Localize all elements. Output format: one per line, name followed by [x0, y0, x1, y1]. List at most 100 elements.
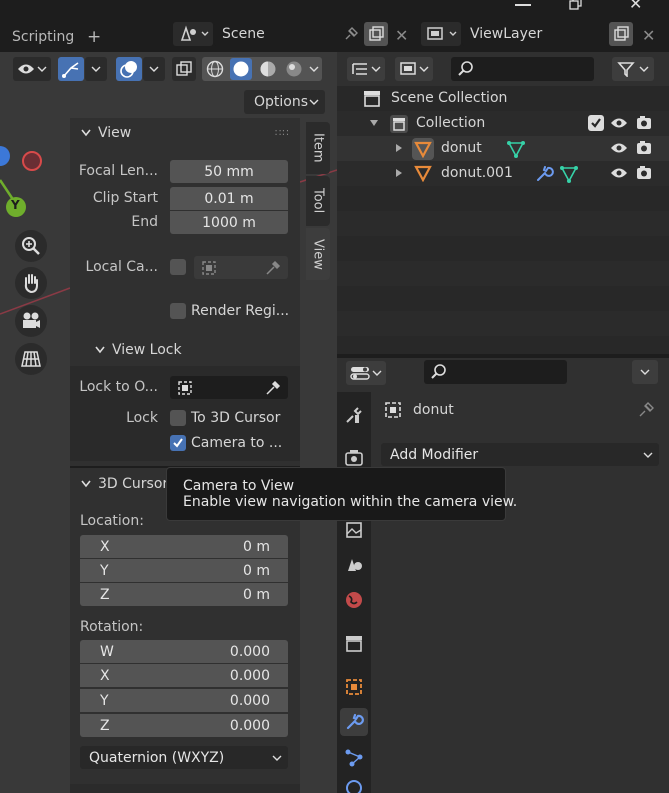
chevron-down-icon: [91, 66, 101, 72]
filter-layer-dropdown[interactable]: [395, 57, 433, 81]
focal-length-field[interactable]: 50 mm: [170, 160, 288, 183]
lock-to-3d-cursor-checkbox[interactable]: [170, 410, 186, 426]
axis-label: Z: [100, 717, 110, 734]
rotation-mode-dropdown[interactable]: Quaternion (WXYZ): [80, 746, 288, 769]
pin-icon[interactable]: [636, 400, 656, 420]
render-camera-icon[interactable]: [635, 139, 653, 157]
chevron-down-icon: [372, 370, 382, 376]
camera-to-view-checkbox[interactable]: [170, 435, 186, 451]
eyedropper-icon[interactable]: [264, 379, 282, 397]
rotation-mode-value: Quaternion (WXYZ): [89, 749, 225, 766]
add-workspace-button[interactable]: +: [87, 27, 101, 47]
perspective-toggle-button[interactable]: [15, 343, 47, 375]
cursor-location-x-field[interactable]: X 0 m: [80, 535, 288, 558]
eye-icon[interactable]: [610, 141, 628, 155]
pin-icon[interactable]: [340, 25, 360, 45]
cursor-rotation-z-field[interactable]: Z 0.000: [80, 714, 288, 737]
pan-button[interactable]: [15, 267, 47, 299]
next-section-edge: [70, 784, 300, 793]
new-scene-button[interactable]: [364, 22, 388, 46]
eyedropper-icon[interactable]: [264, 259, 282, 277]
view-layer-name-field[interactable]: ViewLayer: [462, 22, 608, 46]
object-label: donut: [441, 140, 482, 156]
options-dropdown[interactable]: Options: [244, 90, 325, 114]
solid-shading-icon[interactable]: [230, 58, 253, 80]
drag-handle-icon[interactable]: ∷∷: [275, 128, 290, 139]
lock-to-object-field[interactable]: [170, 376, 288, 399]
view-section-header[interactable]: View ∷∷: [70, 120, 300, 146]
render-region-checkbox[interactable]: [170, 303, 186, 319]
tab-scene[interactable]: [340, 550, 368, 578]
close-icon[interactable]: ✕: [395, 26, 408, 45]
chevron-right-icon[interactable]: [394, 168, 404, 178]
chevron-down-icon[interactable]: [309, 65, 319, 73]
tab-tool[interactable]: Tool: [306, 176, 330, 226]
local-camera-field[interactable]: [194, 256, 288, 279]
render-camera-icon[interactable]: [635, 114, 653, 132]
chevron-down-icon[interactable]: [369, 118, 379, 128]
eye-icon[interactable]: [610, 166, 628, 180]
clip-start-field[interactable]: 0.01 m: [170, 187, 288, 210]
gizmo-dropdown[interactable]: [85, 57, 107, 81]
cursor-location-z-field[interactable]: Z 0 m: [80, 583, 288, 606]
axis-label: W: [100, 643, 114, 660]
xray-toggle-button[interactable]: [172, 57, 196, 81]
new-view-layer-button[interactable]: [609, 22, 633, 46]
collection-exclude-checkbox[interactable]: [588, 115, 604, 131]
camera-view-button[interactable]: [15, 305, 47, 337]
clip-end-field[interactable]: 1000 m: [170, 211, 288, 234]
tab-particles[interactable]: [340, 744, 368, 772]
material-shading-icon[interactable]: [258, 59, 278, 79]
cursor-rotation-w-field[interactable]: W 0.000: [80, 640, 288, 663]
scene-browse-button[interactable]: [173, 22, 213, 46]
properties-search-input[interactable]: [424, 360, 567, 384]
overlay-dropdown[interactable]: [143, 57, 165, 81]
display-mode-dropdown[interactable]: [347, 57, 385, 81]
mesh-data-icon[interactable]: [559, 164, 579, 184]
window-close-icon[interactable]: ✕: [629, 0, 642, 13]
modifier-wrench-icon[interactable]: [534, 164, 554, 184]
render-camera-icon[interactable]: [635, 164, 653, 182]
properties-options-dropdown[interactable]: [632, 360, 658, 384]
axis-label: X: [100, 667, 110, 684]
tab-world[interactable]: [340, 586, 368, 614]
chevron-right-icon[interactable]: [394, 143, 404, 153]
outliner-row-scene-collection[interactable]: Scene Collection: [337, 86, 669, 111]
3d-cursor-title: 3D Cursor: [98, 476, 169, 492]
wireframe-shading-icon[interactable]: [205, 59, 225, 79]
add-modifier-dropdown[interactable]: Add Modifier: [381, 443, 659, 466]
mesh-data-icon[interactable]: [506, 139, 526, 159]
filter-dropdown[interactable]: [612, 57, 654, 81]
cursor-location-y-field[interactable]: Y 0 m: [80, 559, 288, 582]
rotation-label: Rotation:: [80, 619, 144, 635]
restore-icon[interactable]: [568, 0, 584, 11]
cursor-rotation-x-field[interactable]: X 0.000: [80, 664, 288, 687]
tab-item[interactable]: Item: [306, 122, 330, 174]
outliner-search-input[interactable]: [451, 57, 594, 81]
tab-view[interactable]: View: [306, 228, 330, 280]
navigation-gizmo[interactable]: [0, 140, 50, 225]
overlay-toggle-button[interactable]: [116, 57, 142, 81]
outliner-row-donut[interactable]: donut: [337, 136, 669, 161]
gizmo-toggle-button[interactable]: [58, 57, 84, 81]
view-layer-browse-button[interactable]: [421, 22, 461, 46]
visibility-dropdown[interactable]: [13, 57, 51, 81]
tab-modifiers[interactable]: [340, 708, 368, 736]
zoom-button[interactable]: [15, 230, 47, 262]
close-icon[interactable]: ✕: [642, 26, 655, 45]
view-lock-section-header[interactable]: View Lock: [94, 339, 294, 361]
outliner-row-donut-001[interactable]: donut.001: [337, 161, 669, 186]
tab-physics[interactable]: [340, 778, 368, 793]
rendered-shading-icon[interactable]: [284, 59, 304, 79]
tab-object[interactable]: [340, 673, 368, 701]
cursor-rotation-y-field[interactable]: Y 0.000: [80, 689, 288, 712]
minimize-icon[interactable]: [515, 4, 531, 6]
local-camera-checkbox[interactable]: [170, 259, 186, 275]
tab-collection[interactable]: [340, 630, 368, 658]
eye-icon[interactable]: [610, 116, 628, 130]
outliner-row-collection[interactable]: Collection: [337, 111, 669, 136]
chevron-down-icon: [81, 480, 91, 488]
workspace-tab-scripting[interactable]: Scripting: [12, 29, 74, 45]
tab-tool-settings[interactable]: [340, 401, 368, 429]
editor-type-dropdown[interactable]: [346, 361, 386, 385]
